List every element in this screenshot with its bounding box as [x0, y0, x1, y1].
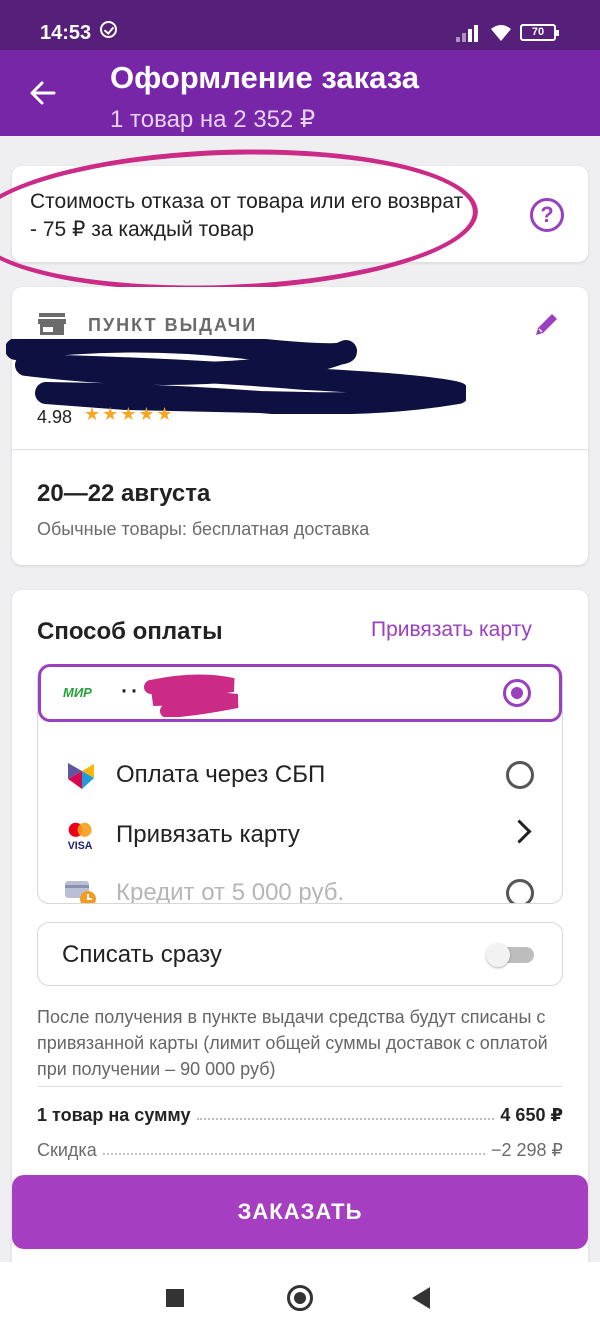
redaction-scribble — [144, 674, 239, 717]
rating-stars-icon: ★★★★★ — [84, 404, 175, 424]
radio-button[interactable] — [506, 879, 534, 903]
status-time: 14:53 — [40, 22, 92, 44]
link-card-link[interactable]: Привязать карту — [371, 618, 532, 642]
wifi-icon — [491, 25, 511, 41]
items-total-value: 4 650 ₽ — [500, 1105, 563, 1125]
page-subtitle: 1 товар на 2 352 ₽ — [110, 106, 316, 133]
recents-icon[interactable] — [166, 1289, 184, 1307]
divider — [37, 1086, 563, 1087]
charge-now-label: Списать сразу — [62, 941, 222, 968]
payment-option-mir-card[interactable]: МИР ·· — [38, 664, 562, 722]
chevron-right-icon — [507, 819, 532, 844]
pickup-rating: 4.98 — [37, 407, 73, 427]
items-total-label: 1 товар на сумму — [37, 1105, 191, 1125]
payment-option-credit[interactable]: Кредит от 5 000 руб. — [38, 865, 562, 904]
payment-option-label: Кредит от 5 000 руб. — [116, 879, 345, 904]
store-icon — [38, 313, 66, 335]
signal-icon — [456, 24, 482, 42]
discount-value: −2 298 ₽ — [490, 1140, 563, 1160]
help-icon[interactable]: ? — [530, 198, 564, 232]
payment-option-link-card[interactable]: VISA Привязать карту — [38, 807, 562, 865]
payment-option-label: Оплата через СБП — [116, 761, 326, 788]
page-title: Оформление заказа — [110, 60, 420, 95]
masked-card-number: ·· — [119, 673, 139, 706]
back-icon[interactable] — [412, 1287, 430, 1309]
svg-text:VISA: VISA — [68, 840, 93, 851]
mastercard-visa-icon: VISA — [68, 822, 93, 851]
battery-icon: 70 — [520, 24, 559, 41]
discount-label: Скидка — [37, 1140, 97, 1160]
back-arrow-icon[interactable] — [28, 78, 58, 108]
edit-pencil-icon[interactable] — [532, 309, 562, 339]
charge-now-toggle[interactable] — [486, 943, 536, 967]
status-bar: 14:53 70 — [0, 0, 600, 50]
system-nav-bar — [0, 1262, 600, 1332]
charge-info-text: После получения в пункте выдачи средства… — [37, 1007, 548, 1079]
payment-option-sbp[interactable]: Оплата через СБП — [38, 747, 562, 805]
divider — [12, 449, 588, 450]
order-button[interactable]: ЗАКАЗАТЬ — [12, 1175, 588, 1249]
items-total-row: 1 товар на сумму 4 650 ₽ — [37, 1105, 563, 1126]
delivery-note: Обычные товары: бесплатная доставка — [37, 519, 370, 539]
payment-heading: Способ оплаты — [37, 618, 223, 645]
mir-logo-icon: МИР — [63, 685, 92, 700]
discount-row: Скидка −2 298 ₽ — [37, 1140, 563, 1161]
redaction-scribble — [6, 339, 466, 414]
radio-button[interactable] — [506, 761, 534, 789]
pickup-label: ПУНКТ ВЫДАЧИ — [88, 315, 258, 335]
sbp-icon — [68, 763, 94, 789]
radio-button-selected[interactable] — [503, 679, 531, 707]
annotation-circle — [0, 141, 481, 299]
pickup-point-card: ПУНКТ ВЫДАЧИ 4.98 ★★★★★ 20—22 августа Об… — [6, 287, 588, 565]
app-bar: Оформление заказа 1 товар на 2 352 ₽ — [0, 50, 600, 136]
credit-card-clock-icon — [65, 881, 96, 903]
charge-now-row[interactable]: Списать сразу — [37, 922, 563, 986]
payment-option-label: Привязать карту — [116, 821, 300, 848]
home-icon[interactable] — [287, 1285, 313, 1311]
sync-check-icon — [100, 21, 117, 38]
delivery-date: 20—22 августа — [37, 480, 211, 507]
